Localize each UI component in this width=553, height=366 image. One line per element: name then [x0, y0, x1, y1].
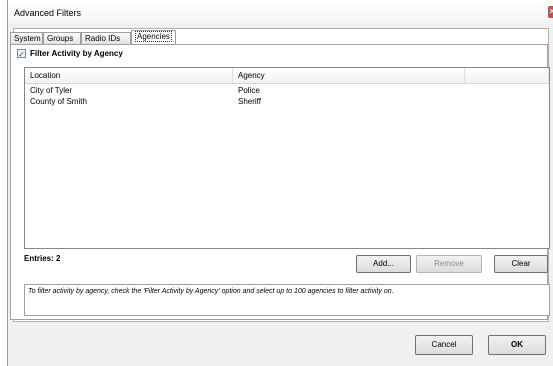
column-header-location[interactable]: Location — [25, 68, 233, 83]
window-title: Advanced Filters — [14, 8, 82, 18]
remove-button[interactable]: Remove — [416, 255, 482, 273]
list-item[interactable]: County of Smith Sheriff — [25, 96, 549, 107]
cell-location: City of Tyler — [30, 86, 73, 95]
agency-list[interactable]: Location Agency City of Tyler Police Cou… — [24, 67, 550, 249]
tab-radio-ids[interactable]: Radio IDs — [81, 32, 131, 44]
cell-agency: Sheriff — [238, 97, 261, 106]
clear-button[interactable]: Clear — [494, 255, 548, 273]
list-header: Location Agency — [25, 68, 549, 84]
tab-system[interactable]: System — [10, 32, 43, 44]
column-header-empty — [465, 68, 549, 83]
help-text: To filter activity by agency, check the … — [24, 284, 550, 316]
tab-agencies[interactable]: Agencies — [131, 30, 176, 45]
filter-by-agency-label: Filter Activity by Agency — [30, 49, 123, 58]
cancel-button[interactable]: Cancel — [415, 335, 473, 355]
cell-agency: Police — [238, 86, 260, 95]
cell-location: County of Smith — [30, 97, 87, 106]
tab-groups[interactable]: Groups — [43, 32, 81, 44]
column-header-agency[interactable]: Agency — [233, 68, 465, 83]
list-item[interactable]: City of Tyler Police — [25, 85, 549, 96]
close-icon[interactable]: ✕ — [548, 6, 553, 18]
ok-button[interactable]: OK — [488, 335, 546, 355]
entries-count: Entries: 2 — [24, 254, 61, 263]
title-bar: Advanced Filters ✕ — [8, 0, 553, 24]
add-button[interactable]: Add... — [356, 255, 411, 273]
filter-by-agency-checkbox[interactable]: ✓ — [17, 49, 26, 59]
